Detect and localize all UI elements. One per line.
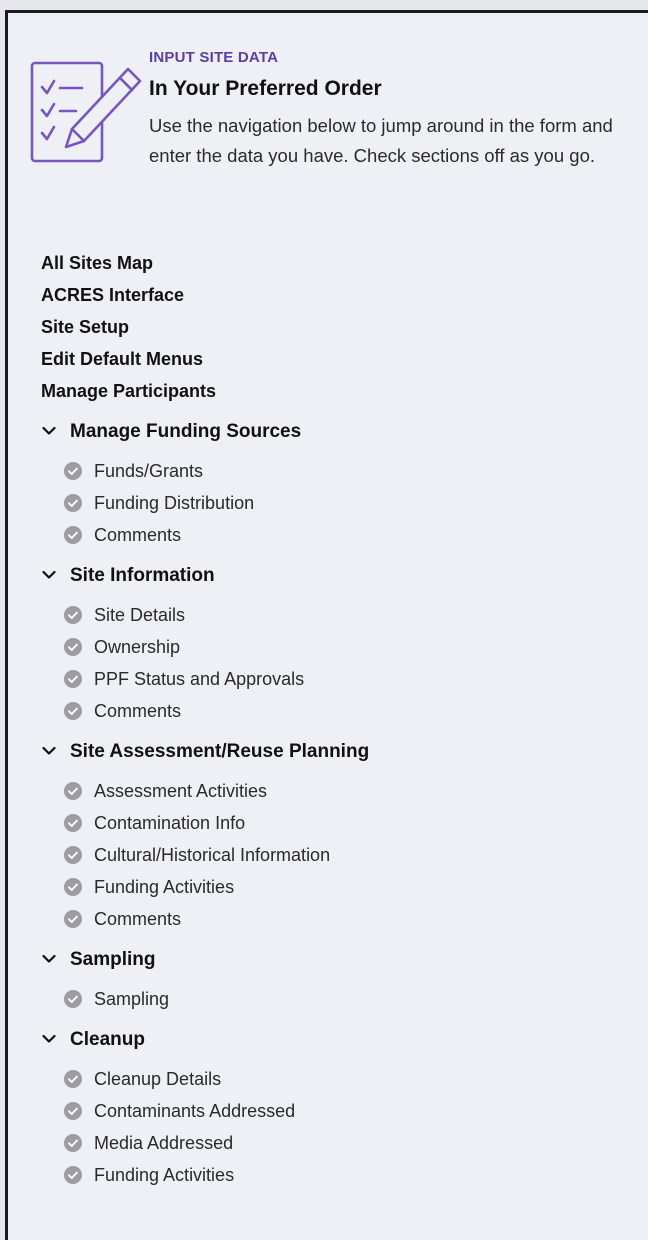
section-items: Sampling [8, 981, 648, 1019]
check-circle-icon [64, 1102, 82, 1120]
sub-item-comments[interactable]: Comments [8, 519, 648, 551]
section-header-cleanup[interactable]: Cleanup [8, 1019, 648, 1061]
intro-block: INPUT SITE DATA In Your Preferred Order … [8, 13, 648, 233]
nav-link-manage-participants[interactable]: Manage Participants [8, 375, 648, 407]
sub-item-label: Contaminants Addressed [94, 1101, 296, 1121]
chevron-down-icon [42, 746, 56, 755]
sub-item-label: Media Addressed [94, 1133, 234, 1153]
sub-item-label: Cleanup Details [94, 1069, 222, 1089]
check-circle-icon [64, 1134, 82, 1152]
check-circle-icon [64, 494, 82, 512]
nav-link-site-setup[interactable]: Site Setup [8, 311, 648, 343]
sub-item-funds-grants[interactable]: Funds/Grants [8, 455, 648, 487]
section-items: Assessment Activities Contamination Info C… [8, 773, 648, 939]
sub-item-label: Cultural/Historical Information [94, 845, 331, 865]
sub-item-cultural-historical-information[interactable]: Cultural/Historical Information [8, 839, 648, 871]
section-header-label: Site Information [70, 565, 215, 586]
intro-description: Use the navigation below to jump around … [149, 115, 613, 166]
sub-item-funding-activities[interactable]: Funding Activities [8, 871, 648, 903]
sub-item-label: Contamination Info [94, 813, 246, 833]
sub-item-comments[interactable]: Comments [8, 903, 648, 935]
sub-item-label: Funds/Grants [94, 461, 204, 481]
sub-item-label: Comments [94, 909, 182, 929]
sub-item-funding-activities[interactable]: Funding Activities [8, 1159, 648, 1191]
chevron-down-icon [42, 1034, 56, 1043]
section-items: Funds/Grants Funding Distribution Comments [8, 453, 648, 555]
section-header-site-assessment-reuse-planning[interactable]: Site Assessment/Reuse Planning [8, 731, 648, 773]
sub-item-contamination-info[interactable]: Contamination Info [8, 807, 648, 839]
chevron-down-icon [42, 426, 56, 435]
sub-item-label: Comments [94, 701, 182, 721]
section-header-manage-funding-sources[interactable]: Manage Funding Sources [8, 411, 648, 453]
form-sections: Manage Funding Sources Funds/Grants Fundin… [8, 411, 648, 1195]
sub-item-label: Ownership [94, 637, 181, 657]
section-sampling: Sampling Sampling [8, 939, 648, 1019]
sub-item-label: Funding Distribution [94, 493, 255, 513]
check-circle-icon [64, 910, 82, 928]
section-site-assessment-reuse-planning: Site Assessment/Reuse Planning Assessment… [8, 731, 648, 939]
check-circle-icon [64, 990, 82, 1008]
form-navigation: All Sites Map ACRES Interface Site Setup Ed… [8, 247, 648, 1195]
section-header-label: Site Assessment/Reuse Planning [70, 741, 370, 762]
chevron-down-icon [42, 570, 56, 579]
check-circle-icon [64, 670, 82, 688]
section-header-label: Sampling [70, 949, 156, 970]
sub-item-label: Assessment Activities [94, 781, 268, 801]
section-header-sampling[interactable]: Sampling [8, 939, 648, 981]
check-circle-icon [64, 606, 82, 624]
intro-eyebrow: INPUT SITE DATA [149, 49, 279, 66]
check-circle-icon [64, 462, 82, 480]
nav-link-all-sites-map[interactable]: All Sites Map [8, 247, 648, 279]
check-circle-icon [64, 878, 82, 896]
section-items: Cleanup Details Contaminants Addressed Med… [8, 1061, 648, 1195]
checklist-pencil-icon [30, 61, 142, 163]
sub-item-label: Comments [94, 525, 182, 545]
section-items: Site Details Ownership PPF Status and Appr… [8, 597, 648, 731]
section-header-label: Manage Funding Sources [70, 421, 302, 442]
sub-item-site-details[interactable]: Site Details [8, 599, 648, 631]
sub-item-comments[interactable]: Comments [8, 695, 648, 727]
section-manage-funding-sources: Manage Funding Sources Funds/Grants Fundin… [8, 411, 648, 555]
sub-item-funding-distribution[interactable]: Funding Distribution [8, 487, 648, 519]
intro-title: In Your Preferred Order [149, 77, 382, 100]
sub-item-label: Funding Activities [94, 877, 235, 897]
sub-item-ownership[interactable]: Ownership [8, 631, 648, 663]
sub-item-sampling[interactable]: Sampling [8, 983, 648, 1015]
sub-item-label: PPF Status and Approvals [94, 669, 305, 689]
check-circle-icon [64, 846, 82, 864]
nav-link-edit-default-menus[interactable]: Edit Default Menus [8, 343, 648, 375]
sub-item-label: Sampling [94, 989, 170, 1009]
section-header-label: Cleanup [70, 1029, 145, 1050]
check-circle-icon [64, 1070, 82, 1088]
check-circle-icon [64, 814, 82, 832]
section-site-information: Site Information Site Details Ownership PPF… [8, 555, 648, 731]
sub-item-label: Funding Activities [94, 1165, 235, 1185]
check-circle-icon [64, 702, 82, 720]
sub-item-assessment-activities[interactable]: Assessment Activities [8, 775, 648, 807]
sub-item-media-addressed[interactable]: Media Addressed [8, 1127, 648, 1159]
site-data-nav-panel: INPUT SITE DATA In Your Preferred Order … [5, 10, 648, 1240]
section-cleanup: Cleanup Cleanup Details Contaminants Addre… [8, 1019, 648, 1195]
check-circle-icon [64, 1166, 82, 1184]
chevron-down-icon [42, 954, 56, 963]
top-level-links: All Sites Map ACRES Interface Site Setup Ed… [8, 247, 648, 407]
nav-link-acres-interface[interactable]: ACRES Interface [8, 279, 648, 311]
check-circle-icon [64, 638, 82, 656]
sub-item-ppf-status-and-approvals[interactable]: PPF Status and Approvals [8, 663, 648, 695]
check-circle-icon [64, 526, 82, 544]
check-circle-icon [64, 782, 82, 800]
section-header-site-information[interactable]: Site Information [8, 555, 648, 597]
sub-item-cleanup-details[interactable]: Cleanup Details [8, 1063, 648, 1095]
sub-item-contaminants-addressed[interactable]: Contaminants Addressed [8, 1095, 648, 1127]
sub-item-label: Site Details [94, 605, 186, 625]
